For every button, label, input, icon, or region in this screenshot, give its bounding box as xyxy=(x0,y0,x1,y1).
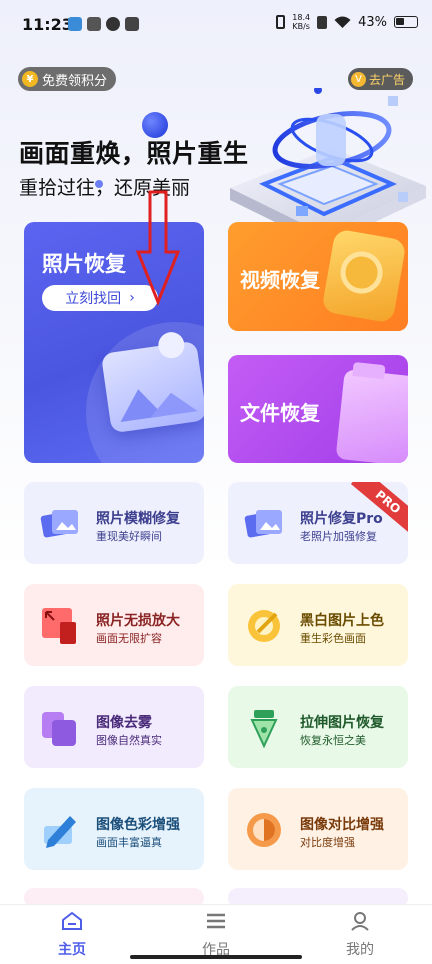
bottom-navigation: 主页 作品 我的 xyxy=(0,904,432,964)
photo-stack-icon xyxy=(244,504,284,544)
list-icon xyxy=(207,913,225,929)
app-notification-icon xyxy=(125,17,139,31)
feature-tile[interactable]: 照片无损放大 画面无限扩容 xyxy=(24,584,204,666)
pencil-icon xyxy=(40,810,80,850)
pen-nib-icon xyxy=(244,708,284,749)
nav-home[interactable]: 主页 xyxy=(32,911,112,959)
battery-percent: 43% xyxy=(358,14,387,30)
feature-tile-subtitle: 重现美好瞬间 xyxy=(96,530,162,543)
remove-ads-label: 去广告 xyxy=(369,72,406,87)
feature-tile-title: 照片模糊修复 xyxy=(96,511,180,527)
file-recovery-title: 文件恢复 xyxy=(240,401,320,425)
feature-tile-title: 图像色彩增强 xyxy=(96,817,180,833)
colorize-icon xyxy=(244,606,284,646)
nav-mine[interactable]: 我的 xyxy=(320,911,400,959)
home-icon xyxy=(62,911,82,930)
feature-tile-subtitle: 画面无限扩容 xyxy=(96,632,162,645)
notification-icons xyxy=(68,17,139,31)
feature-tile-title: 照片无损放大 xyxy=(96,613,180,629)
recover-now-label: 立刻找回 xyxy=(65,291,122,307)
feature-tile-title: 黑白图片上色 xyxy=(300,613,384,629)
annotation-arrow xyxy=(136,190,180,306)
chevron-right-icon: › xyxy=(129,290,135,306)
photo-stack-icon xyxy=(40,504,80,544)
feature-tile[interactable]: 黑白图片上色 重生彩色画面 xyxy=(228,584,408,666)
photo-icon xyxy=(100,330,204,434)
defog-icon xyxy=(40,708,80,748)
feature-tile-subtitle: 对比度增强 xyxy=(300,836,355,849)
vip-icon: V xyxy=(351,71,366,87)
nav-home-label: 主页 xyxy=(58,942,86,958)
gesture-bar xyxy=(130,955,302,959)
enlarge-icon xyxy=(40,606,80,646)
feature-tile-title: 照片修复Pro xyxy=(300,511,383,527)
status-right: 18.4 KB/s 43% xyxy=(276,13,418,31)
net-speed: 18.4 KB/s xyxy=(292,13,310,31)
user-icon xyxy=(351,912,369,931)
free-points-label: 免费领积分 xyxy=(42,73,108,89)
feature-tile-subtitle: 恢复永恒之美 xyxy=(300,734,366,747)
photo-recovery-title: 照片恢复 xyxy=(42,252,126,276)
camera-icon xyxy=(321,228,407,324)
feature-tile[interactable]: 图像对比增强 对比度增强 xyxy=(228,788,408,870)
app-notification-icon xyxy=(68,17,82,31)
feature-tile-subtitle: 重生彩色画面 xyxy=(300,632,366,645)
contrast-icon xyxy=(244,810,284,850)
remove-ads-button[interactable]: V 去广告 xyxy=(348,68,414,90)
folder-icon xyxy=(335,361,408,463)
nav-works[interactable]: 作品 xyxy=(176,911,256,959)
hero-title: 画面重焕，照片重生 xyxy=(19,139,249,168)
app-notification-icon xyxy=(106,17,120,31)
file-recovery-card[interactable]: 文件恢复 xyxy=(228,355,408,463)
status-bar: 11:23 18.4 KB/s 43% xyxy=(0,0,432,52)
feature-tile[interactable]: 照片模糊修复 重现美好瞬间 xyxy=(24,482,204,564)
app-notification-icon xyxy=(87,17,101,31)
feature-tile[interactable]: 照片修复Pro 老照片加强修复 PRO xyxy=(228,482,408,564)
status-time: 11:23 xyxy=(22,15,73,34)
video-recovery-title: 视频恢复 xyxy=(240,268,320,292)
feature-tile-subtitle: 老照片加强修复 xyxy=(300,530,377,543)
feature-tile-subtitle: 图像自然真实 xyxy=(96,734,162,747)
video-recovery-card[interactable]: 视频恢复 xyxy=(228,222,408,331)
vibrate-icon xyxy=(276,15,286,29)
battery-icon xyxy=(394,16,418,28)
free-points-button[interactable]: ¥ 免费领积分 xyxy=(18,67,117,91)
net-speed-unit: KB/s xyxy=(292,22,310,31)
nav-mine-label: 我的 xyxy=(346,942,374,958)
feature-tile[interactable]: 图像去雾图像自然真实 xyxy=(24,686,204,768)
coin-icon: ¥ xyxy=(22,71,38,87)
sim-off-icon xyxy=(317,15,328,29)
wifi-icon xyxy=(334,16,351,28)
feature-tile[interactable]: 拉伸图片恢复 恢复永恒之美 xyxy=(228,686,408,768)
feature-tile-subtitle: 画面丰富逼真 xyxy=(96,836,162,849)
feature-tile-title: 图像去雾 xyxy=(96,715,152,731)
feature-tile-title: 拉伸图片恢复 xyxy=(300,715,384,731)
net-speed-value: 18.4 xyxy=(292,13,311,22)
feature-tile-title: 图像对比增强 xyxy=(300,817,384,833)
feature-tile[interactable]: 图像色彩增强 画面丰富逼真 xyxy=(24,788,204,870)
